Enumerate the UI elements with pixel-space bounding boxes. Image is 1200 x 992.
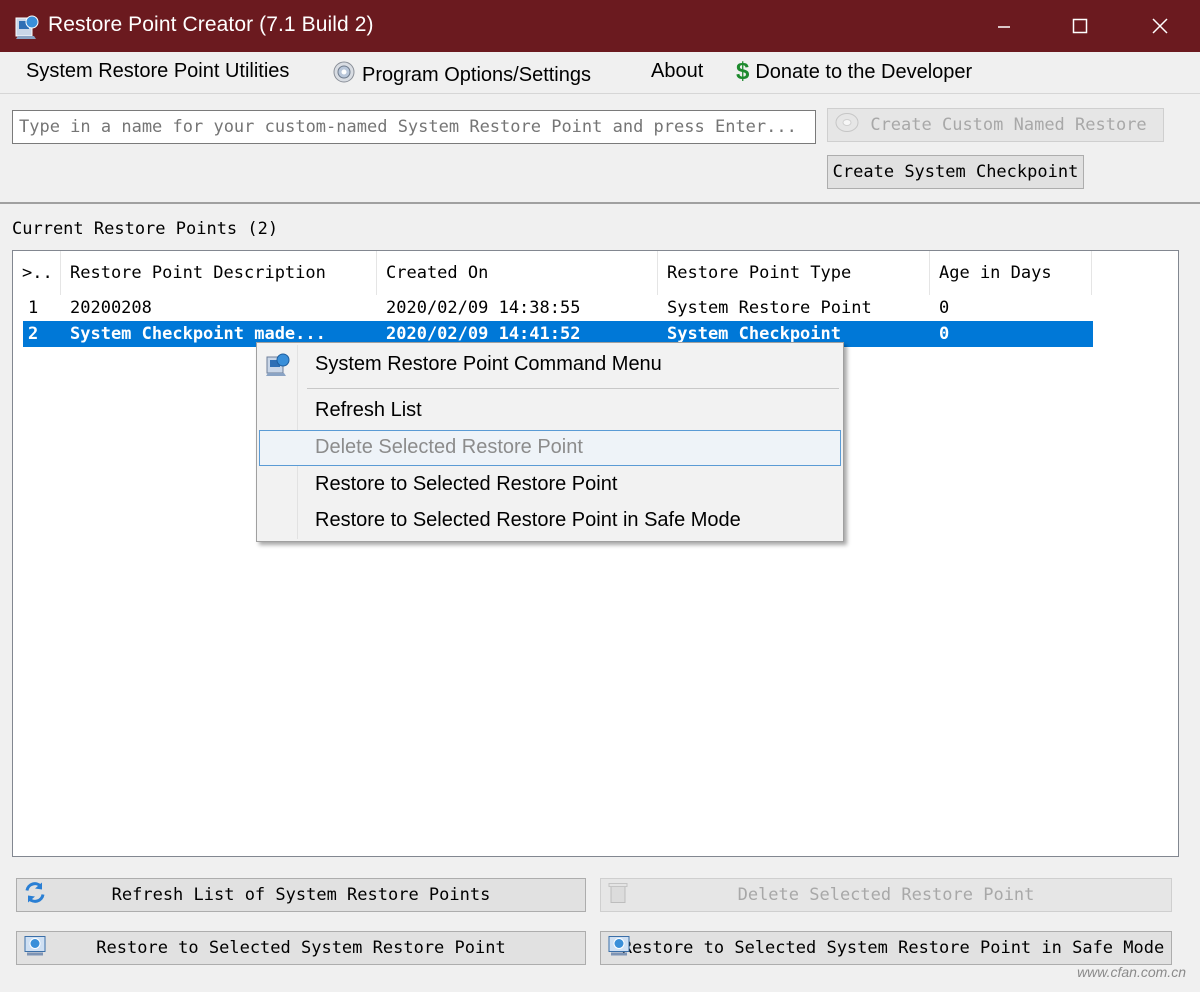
refresh-icon (23, 881, 47, 910)
maximize-icon[interactable] (1040, 0, 1120, 52)
list-header: >.. Restore Point Description Created On… (13, 251, 1178, 295)
context-item-restore-safe-mode[interactable]: Restore to Selected Restore Point in Saf… (315, 509, 741, 532)
context-item-delete-selected[interactable]: Delete Selected Restore Point (315, 436, 583, 459)
custom-name-input[interactable] (12, 110, 816, 144)
menu-label: About (651, 60, 704, 82)
menu-label: Program Options/Settings (362, 63, 591, 86)
menu-label: System Restore Point Utilities (26, 60, 290, 82)
row-created-on: 2020/02/09 14:38:55 (386, 298, 581, 318)
row-index: 1 (28, 298, 39, 318)
context-menu: System Restore Point Command Menu Refres… (256, 342, 844, 542)
gear-disc-icon (332, 60, 356, 90)
button-label: Delete Selected Restore Point (737, 885, 1035, 905)
table-row[interactable]: 1 20200208 2020/02/09 14:38:55 System Re… (23, 295, 1093, 321)
create-system-checkpoint-button[interactable]: Create System Checkpoint (827, 155, 1084, 189)
delete-selected-button[interactable]: Delete Selected Restore Point (600, 878, 1172, 912)
restore-safe-mode-icon (607, 934, 631, 963)
dollar-icon: $ (736, 58, 750, 85)
disc-icon (834, 112, 860, 139)
window-title: Restore Point Creator (7.1 Build 2) (48, 13, 374, 36)
column-header-created-on[interactable]: Created On (377, 251, 658, 295)
button-label: Restore to Selected System Restore Point… (621, 938, 1165, 958)
refresh-list-button[interactable]: Refresh List of System Restore Points (16, 878, 586, 912)
row-age: 0 (939, 324, 950, 344)
button-label: Create Custom Named Restore (870, 115, 1147, 135)
title-bar: Restore Point Creator (7.1 Build 2) (0, 0, 1200, 52)
menu-bar: System Restore Point Utilities Program O… (0, 52, 1200, 94)
button-label: Create System Checkpoint (832, 162, 1079, 182)
context-item-restore-selected[interactable]: Restore to Selected Restore Point (315, 473, 617, 496)
column-header-age[interactable]: Age in Days (930, 251, 1092, 295)
create-custom-named-restore-button[interactable]: Create Custom Named Restore (827, 108, 1164, 142)
context-item-refresh-list[interactable]: Refresh List (315, 399, 422, 422)
minimize-icon[interactable] (964, 0, 1044, 52)
row-age: 0 (939, 298, 950, 318)
restore-icon (23, 934, 47, 963)
watermark: www.cfan.com.cn (1077, 964, 1186, 980)
menu-donate-to-the-developer[interactable]: $ Donate to the Developer (736, 60, 972, 84)
context-menu-title: System Restore Point Command Menu (315, 353, 662, 375)
row-index: 2 (28, 324, 39, 344)
section-divider (0, 202, 1200, 204)
trash-icon (607, 881, 629, 910)
restore-point-icon (265, 351, 291, 382)
menu-label: Donate to the Developer (755, 60, 973, 83)
column-header-type[interactable]: Restore Point Type (658, 251, 930, 295)
context-menu-separator (307, 388, 839, 389)
menu-program-options-settings[interactable]: Program Options/Settings (332, 60, 591, 90)
row-description: 20200208 (70, 298, 152, 318)
menu-system-restore-point-utilities[interactable]: System Restore Point Utilities (26, 60, 289, 83)
restore-safe-mode-button[interactable]: Restore to Selected System Restore Point… (600, 931, 1172, 965)
restore-selected-button[interactable]: Restore to Selected System Restore Point (16, 931, 586, 965)
button-label: Refresh List of System Restore Points (111, 885, 491, 905)
restore-points-label: Current Restore Points (2) (12, 219, 279, 239)
button-label: Restore to Selected System Restore Point (96, 938, 506, 958)
close-icon[interactable] (1120, 0, 1200, 52)
menu-about[interactable]: About (651, 60, 703, 83)
column-header-index[interactable]: >.. (13, 251, 61, 295)
row-type: System Restore Point (667, 298, 872, 318)
app-icon (14, 12, 40, 40)
column-header-description[interactable]: Restore Point Description (61, 251, 377, 295)
